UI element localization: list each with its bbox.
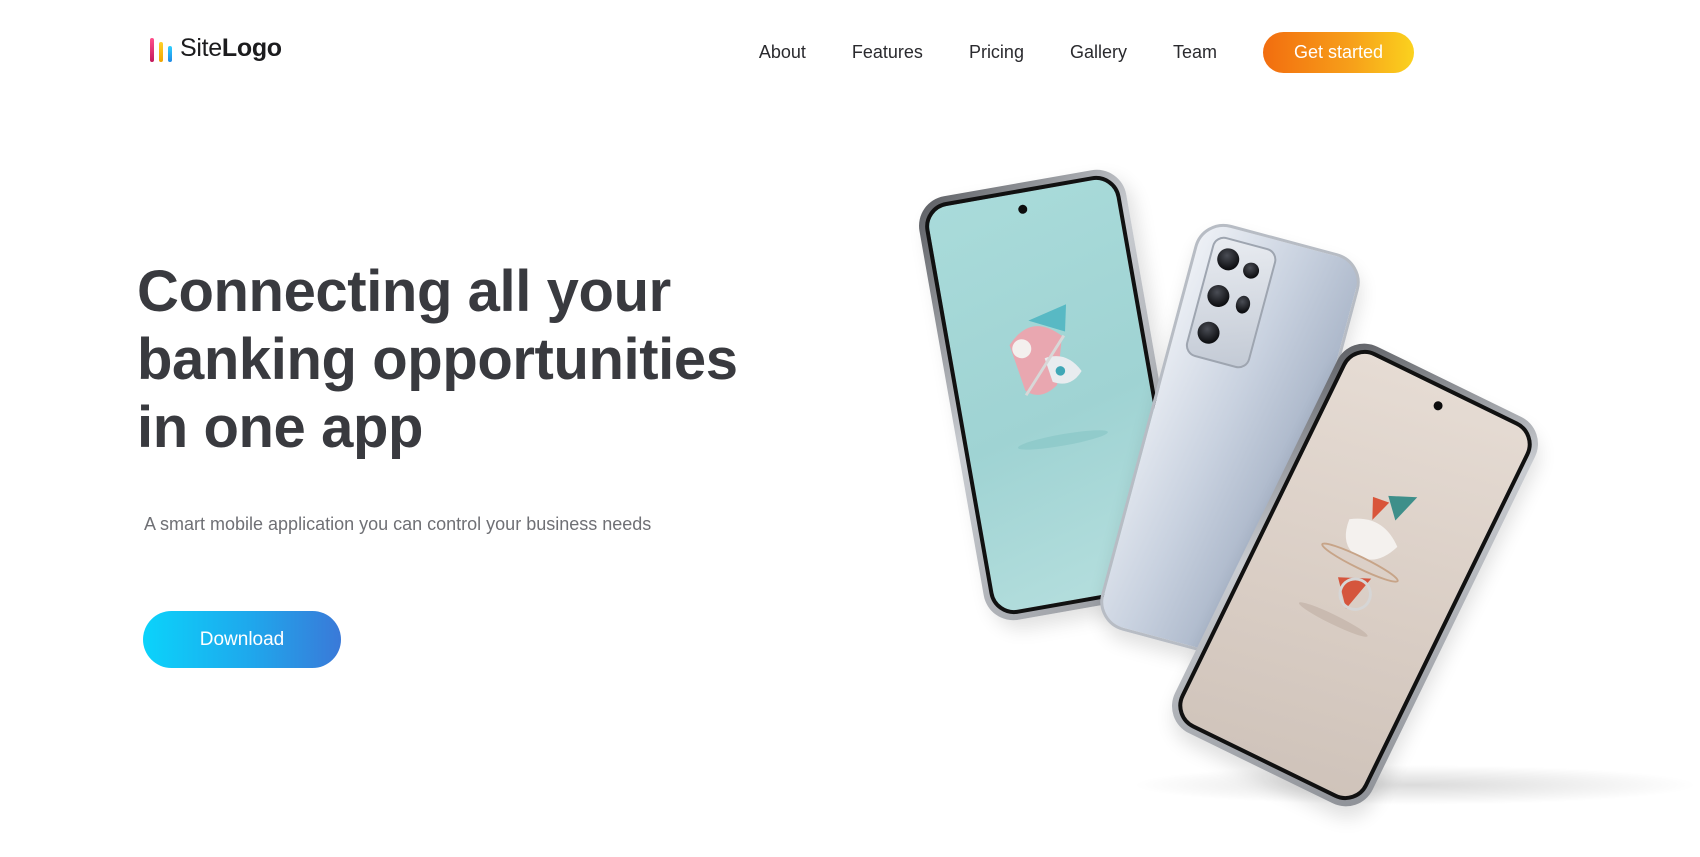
phones-illustration: [900, 150, 1700, 857]
get-started-button[interactable]: Get started: [1263, 32, 1414, 73]
nav-link-about[interactable]: About: [759, 32, 806, 73]
nav-link-team[interactable]: Team: [1173, 32, 1217, 73]
hero-subtitle: A smart mobile application you can contr…: [144, 514, 652, 534]
hero-title-line-3: in one app: [137, 395, 424, 460]
hero-title-line-2: banking opportunities: [137, 327, 738, 392]
logo-bars-icon: [150, 36, 172, 62]
logo-text-light: Site: [180, 34, 222, 62]
nav-link-features[interactable]: Features: [852, 32, 923, 73]
camera-lens-icon: [1195, 319, 1223, 347]
hero-title: Connecting all your banking opportunitie…: [137, 258, 777, 462]
nav-link-gallery[interactable]: Gallery: [1070, 32, 1127, 73]
hero-title-line-1: Connecting all your: [137, 259, 671, 324]
landing-page: SiteLogo About Features Pricing Gallery …: [0, 0, 1700, 857]
phones-shadow: [1130, 765, 1700, 805]
camera-lens-icon: [1204, 282, 1232, 310]
logo-text-bold: Logo: [221, 34, 282, 62]
logo-text: SiteLogo: [180, 34, 282, 63]
download-button[interactable]: Download: [143, 611, 341, 668]
camera-lens-icon: [1241, 260, 1261, 281]
camera-lens-icon: [1214, 245, 1242, 273]
site-logo[interactable]: SiteLogo: [150, 34, 282, 63]
rear-camera-module: [1183, 234, 1280, 371]
camera-lens-icon: [1233, 294, 1253, 316]
nav-link-pricing[interactable]: Pricing: [969, 32, 1024, 73]
main-nav: About Features Pricing Gallery Team Get …: [759, 32, 1700, 73]
